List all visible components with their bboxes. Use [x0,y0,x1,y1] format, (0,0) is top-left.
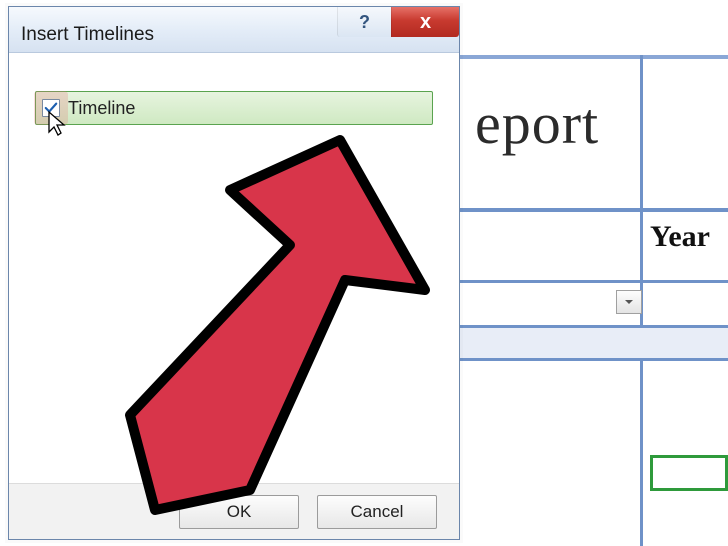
help-button[interactable]: ? [337,7,391,37]
dialog-titlebar[interactable]: Insert Timelines ? x [9,7,459,53]
ok-button[interactable]: OK [179,495,299,529]
dialog-footer: OK Cancel [9,483,459,539]
chevron-down-icon [624,297,634,307]
insert-timelines-dialog: Insert Timelines ? x Timeline OK Cancel [8,6,460,540]
dialog-title: Insert Timelines [21,24,154,46]
window-controls: ? x [337,7,459,37]
dialog-body: Timeline [9,53,459,483]
timeline-checkbox[interactable] [42,99,60,117]
report-title-fragment: eport [475,90,599,157]
close-button[interactable]: x [391,7,459,37]
highlight-row [460,325,728,361]
row-divider [460,280,728,283]
column-header-year: Year [650,220,710,254]
checkmark-icon [44,101,58,115]
active-cell[interactable] [650,455,728,491]
sheet-divider [460,55,728,59]
field-label: Timeline [68,98,135,119]
field-list: Timeline [35,91,433,125]
cancel-button[interactable]: Cancel [317,495,437,529]
row-divider [460,208,728,212]
filter-dropdown-button[interactable] [616,290,642,314]
field-item-timeline[interactable]: Timeline [35,91,433,125]
